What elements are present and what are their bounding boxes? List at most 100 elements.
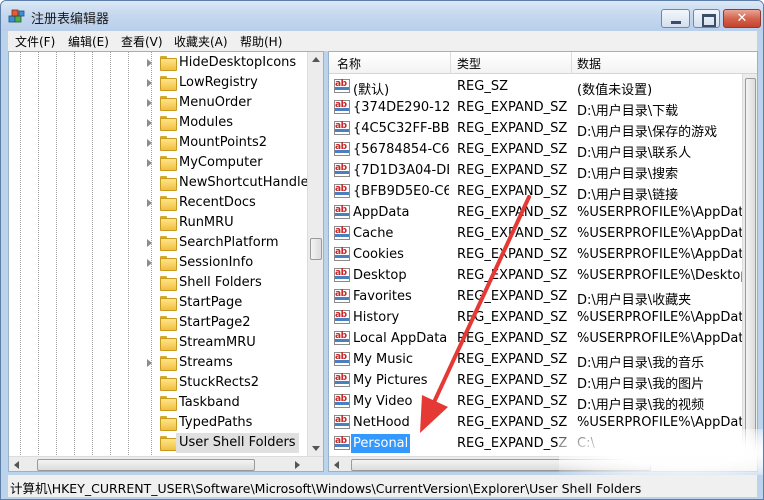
tree-item[interactable]: StreamMRU bbox=[9, 333, 309, 353]
value-row[interactable]: {4C5C32FF-BB... REG_EXPAND_SZ D:\用户目录\保存的游… bbox=[329, 118, 745, 140]
value-row[interactable]: Favorites REG_EXPAND_SZ D:\用户目录\收藏夹 bbox=[329, 286, 745, 308]
title-bar[interactable]: 注册表编辑器 ✕ bbox=[1, 1, 763, 31]
value-type: REG_EXPAND_SZ bbox=[457, 268, 568, 283]
tree-item-label: StartPage2 bbox=[179, 315, 251, 330]
column-header-data[interactable]: 数据 bbox=[577, 55, 601, 72]
expand-arrow-icon[interactable] bbox=[147, 199, 152, 207]
menu-help[interactable]: 帮助(H) bbox=[240, 33, 282, 50]
minimize-button[interactable] bbox=[661, 9, 690, 28]
value-name: Desktop bbox=[353, 268, 407, 283]
value-type: REG_SZ bbox=[457, 79, 508, 94]
tree-item-label: StreamMRU bbox=[179, 335, 256, 350]
key-tree-pane[interactable]: HideDesktopIcons LowRegistry MenuOrder Modu… bbox=[8, 51, 324, 472]
expand-arrow-icon[interactable] bbox=[147, 99, 152, 107]
tree-item[interactable]: SearchPlatform bbox=[9, 233, 309, 253]
tree-item-label: Modules bbox=[179, 115, 234, 130]
string-value-icon bbox=[334, 247, 350, 261]
tree-item[interactable]: Taskband bbox=[9, 393, 309, 413]
tree-item[interactable]: StartPage bbox=[9, 293, 309, 313]
scroll-left-icon[interactable] bbox=[334, 461, 339, 469]
scroll-left-icon[interactable] bbox=[14, 461, 19, 469]
window-title: 注册表编辑器 bbox=[31, 12, 110, 27]
expand-arrow-icon[interactable] bbox=[147, 159, 152, 167]
column-divider[interactable] bbox=[450, 52, 451, 74]
folder-icon bbox=[160, 156, 177, 171]
value-data: %USERPROFILE%\AppData\R bbox=[577, 415, 747, 430]
maximize-button[interactable] bbox=[693, 9, 720, 28]
close-button[interactable]: ✕ bbox=[723, 9, 761, 28]
tree-item[interactable]: LowRegistry bbox=[9, 73, 309, 93]
expand-arrow-icon[interactable] bbox=[147, 139, 152, 147]
tree-item[interactable]: User Shell Folders bbox=[9, 433, 309, 453]
value-row[interactable]: Cookies REG_EXPAND_SZ %USERPROFILE%\AppDat… bbox=[329, 244, 747, 265]
value-row[interactable]: My Video REG_EXPAND_SZ D:\用户目录\我的视频 bbox=[329, 391, 745, 413]
value-name: (默认) bbox=[353, 83, 390, 98]
expand-arrow-icon[interactable] bbox=[147, 259, 152, 267]
tree-item[interactable]: NewShortcutHandlers bbox=[9, 173, 321, 193]
tree-horizontal-scrollbar[interactable] bbox=[9, 456, 323, 471]
expand-arrow-icon[interactable] bbox=[147, 59, 152, 67]
value-row[interactable]: History REG_EXPAND_SZ %USERPROFILE%\AppDat… bbox=[329, 307, 747, 328]
value-data: D:\用户目录\搜索 bbox=[577, 167, 679, 182]
tree-item[interactable]: StartPage2 bbox=[9, 313, 309, 333]
tree-vertical-scrollbar[interactable] bbox=[307, 52, 323, 456]
value-data: D:\用户目录\收藏夹 bbox=[577, 293, 692, 308]
menu-favorites[interactable]: 收藏夹(A) bbox=[174, 33, 228, 50]
value-data: (数值未设置) bbox=[577, 83, 653, 98]
tree-item[interactable]: MenuOrder bbox=[9, 93, 309, 113]
tree-item[interactable]: RunMRU bbox=[9, 213, 309, 233]
list-scroll-thumb[interactable] bbox=[745, 78, 756, 450]
list-vertical-scrollbar[interactable] bbox=[742, 74, 757, 456]
tree-hscroll-thumb[interactable] bbox=[37, 459, 255, 471]
value-row[interactable]: Local AppData REG_EXPAND_SZ %USERPROFILE%\… bbox=[329, 328, 747, 349]
tree-item[interactable]: RecentDocs bbox=[9, 193, 309, 213]
value-row[interactable]: {56784854-C6... REG_EXPAND_SZ D:\用户目录\联系人 bbox=[329, 139, 745, 161]
menu-bar: 文件(F) 编辑(E) 查看(V) 收藏夹(A) 帮助(H) bbox=[8, 31, 757, 51]
value-row[interactable]: {7D1D3A04-DE... REG_EXPAND_SZ D:\用户目录\搜索 bbox=[329, 160, 745, 182]
folder-icon bbox=[160, 236, 177, 251]
scroll-up-icon[interactable] bbox=[312, 57, 320, 62]
value-row[interactable]: Desktop REG_EXPAND_SZ %USERPROFILE%\Deskto… bbox=[329, 265, 747, 286]
value-row[interactable]: {374DE290-12... REG_EXPAND_SZ D:\用户目录\下载 bbox=[329, 97, 745, 119]
value-row[interactable]: Cache REG_EXPAND_SZ %USERPROFILE%\AppData\… bbox=[329, 223, 747, 244]
tree-item[interactable]: HideDesktopIcons bbox=[9, 53, 309, 73]
expand-arrow-icon[interactable] bbox=[147, 239, 152, 247]
value-row[interactable]: (默认) REG_SZ (数值未设置) bbox=[329, 76, 745, 98]
value-data: %USERPROFILE%\AppData\L bbox=[577, 226, 747, 241]
tree-item[interactable]: StuckRects2 bbox=[9, 373, 309, 393]
menu-edit[interactable]: 编辑(E) bbox=[68, 33, 109, 50]
value-row[interactable]: {BFB9D5E0-C6... REG_EXPAND_SZ D:\用户目录\链接 bbox=[329, 181, 745, 203]
expand-arrow-icon[interactable] bbox=[147, 359, 152, 367]
column-header-name[interactable]: 名称 bbox=[337, 55, 361, 72]
menu-file[interactable]: 文件(F) bbox=[15, 33, 55, 50]
tree-item[interactable]: Shell Folders bbox=[9, 273, 309, 293]
tree-item-label: HideDesktopIcons bbox=[179, 55, 297, 70]
scroll-right-icon[interactable] bbox=[295, 461, 300, 469]
expand-arrow-icon[interactable] bbox=[147, 79, 152, 87]
menu-view[interactable]: 查看(V) bbox=[121, 33, 163, 50]
tree-item[interactable]: Streams bbox=[9, 353, 309, 373]
column-header-type[interactable]: 类型 bbox=[457, 55, 481, 72]
tree-item-label: RecentDocs bbox=[179, 195, 256, 210]
value-row[interactable]: My Pictures REG_EXPAND_SZ D:\用户目录\我的图片 bbox=[329, 370, 745, 392]
folder-icon bbox=[160, 216, 177, 231]
tree-item[interactable]: MyComputer bbox=[9, 153, 309, 173]
folder-icon bbox=[160, 56, 177, 71]
string-value-icon bbox=[334, 226, 350, 240]
tree-item[interactable]: SessionInfo bbox=[9, 253, 309, 273]
string-value-icon bbox=[334, 142, 350, 156]
value-row[interactable]: AppData REG_EXPAND_SZ %USERPROFILE%\AppDat… bbox=[329, 202, 747, 223]
value-data: %USERPROFILE%\AppData\R bbox=[577, 205, 747, 220]
regedit-cubes-icon bbox=[8, 9, 25, 23]
value-list-pane[interactable]: 名称 类型 数据 (默认) REG_SZ (数值未设置){374DE290-12..… bbox=[328, 51, 758, 472]
tree-item[interactable]: Modules bbox=[9, 113, 309, 133]
value-row[interactable]: My Music REG_EXPAND_SZ D:\用户目录\我的音乐 bbox=[329, 349, 745, 371]
expand-arrow-icon[interactable] bbox=[147, 119, 152, 127]
tree-item[interactable]: MountPoints2 bbox=[9, 133, 309, 153]
string-value-icon bbox=[334, 331, 350, 345]
tree-item[interactable]: TypedPaths bbox=[9, 413, 309, 433]
tree-scroll-thumb[interactable] bbox=[310, 238, 322, 260]
scroll-down-icon[interactable] bbox=[312, 446, 320, 451]
column-divider[interactable] bbox=[571, 52, 572, 74]
current-key-path: 计算机\HKEY_CURRENT_USER\Software\Microsoft… bbox=[10, 481, 642, 496]
